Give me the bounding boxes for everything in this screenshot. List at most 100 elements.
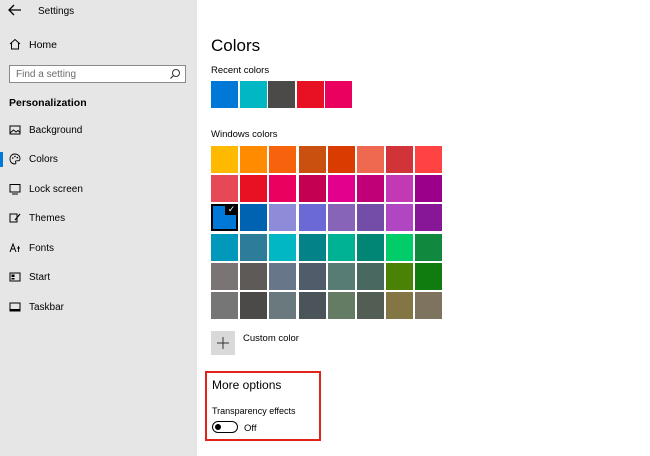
more-options-title: More options	[212, 378, 282, 392]
sidebar-item-start[interactable]: Start	[0, 268, 197, 288]
windows-color-swatch[interactable]	[386, 262, 414, 290]
windows-color-swatch[interactable]	[211, 175, 238, 203]
windows-color-swatch[interactable]	[357, 262, 384, 290]
sidebar-item-label: Lock screen	[29, 184, 83, 195]
recent-color-swatch[interactable]	[325, 81, 352, 108]
windows-color-swatch[interactable]	[298, 262, 326, 290]
sidebar-item-label: Background	[29, 125, 83, 136]
windows-color-swatch[interactable]	[240, 175, 268, 203]
sidebar-item-label: Themes	[29, 213, 66, 224]
sidebar-item-label: Home	[29, 39, 58, 51]
recent-color-swatch[interactable]	[211, 81, 238, 108]
sidebar-item-label: Colors	[29, 154, 58, 165]
sidebar-item-label: Start	[29, 272, 51, 283]
windows-color-swatch[interactable]	[415, 233, 443, 261]
windows-color-swatch[interactable]	[211, 262, 238, 290]
transparency-effects-label: Transparency effects	[212, 406, 296, 416]
sidebar-item-label: Taskbar	[29, 302, 65, 313]
windows-color-swatch[interactable]	[386, 292, 414, 319]
home-icon	[9, 38, 21, 50]
section-title: Personalization	[9, 97, 87, 109]
windows-color-swatch[interactable]	[298, 204, 326, 232]
sidebar-item-colors[interactable]: Colors	[0, 150, 197, 170]
windows-color-swatch[interactable]	[211, 292, 238, 319]
windows-colors-label: Windows colors	[211, 129, 278, 140]
windows-color-swatch[interactable]	[327, 146, 355, 173]
sidebar: Settings Home Personalization Background…	[0, 0, 197, 456]
recent-color-swatch[interactable]	[239, 81, 267, 108]
windows-color-swatch[interactable]	[415, 292, 443, 319]
more-options-section: More options Transparency effects Off	[205, 371, 321, 441]
back-button[interactable]	[8, 4, 24, 18]
windows-color-swatch[interactable]	[240, 146, 268, 173]
windows-color-swatch[interactable]	[240, 292, 268, 319]
windows-color-swatch[interactable]	[415, 204, 443, 232]
toggle-knob	[215, 423, 221, 430]
windows-color-swatch[interactable]	[298, 146, 326, 173]
windows-color-swatch[interactable]	[357, 175, 384, 203]
windows-color-swatch[interactable]	[357, 292, 384, 319]
start-icon	[9, 272, 21, 282]
lock-screen-icon	[9, 184, 21, 195]
windows-color-swatch[interactable]	[357, 233, 384, 261]
font-icon	[9, 242, 20, 253]
taskbar-icon	[9, 302, 21, 312]
custom-color-label[interactable]: Custom color	[243, 333, 299, 344]
windows-color-swatch[interactable]	[269, 262, 297, 290]
search-box[interactable]	[9, 65, 186, 83]
windows-color-swatch[interactable]	[415, 262, 443, 290]
windows-color-swatch[interactable]	[415, 175, 443, 203]
windows-color-swatch[interactable]	[269, 292, 297, 319]
sidebar-item-fonts[interactable]: Fonts	[0, 239, 197, 259]
windows-color-swatch[interactable]	[240, 204, 268, 232]
windows-color-swatch[interactable]	[327, 175, 355, 203]
plus-icon	[217, 337, 229, 349]
brush-icon	[9, 213, 21, 223]
recent-color-swatch[interactable]	[268, 81, 295, 108]
image-icon	[9, 125, 21, 135]
search-icon[interactable]	[169, 68, 181, 80]
windows-color-swatch[interactable]	[415, 146, 443, 173]
sidebar-item-lock-screen[interactable]: Lock screen	[0, 180, 197, 200]
transparency-toggle[interactable]	[212, 421, 238, 433]
windows-color-swatch[interactable]	[298, 292, 326, 319]
windows-color-swatch[interactable]	[269, 204, 297, 232]
sidebar-item-label: Fonts	[29, 243, 55, 254]
checkmark-icon: ✓	[225, 204, 238, 216]
windows-color-swatch[interactable]	[240, 233, 268, 261]
windows-color-swatch[interactable]	[357, 146, 384, 173]
sidebar-item-background[interactable]: Background	[0, 121, 197, 141]
windows-color-swatch[interactable]	[240, 262, 268, 290]
windows-color-swatch[interactable]	[298, 233, 326, 261]
search-input[interactable]	[16, 67, 166, 81]
palette-icon	[9, 153, 21, 165]
windows-color-swatch[interactable]	[386, 204, 414, 232]
windows-color-swatch[interactable]	[327, 262, 355, 290]
windows-color-swatch[interactable]	[386, 175, 414, 203]
windows-color-swatch[interactable]	[357, 204, 384, 232]
windows-color-swatch[interactable]	[269, 233, 297, 261]
windows-color-swatch[interactable]	[386, 233, 414, 261]
windows-color-swatch[interactable]	[269, 175, 297, 203]
recent-color-swatch[interactable]	[296, 81, 324, 108]
windows-color-swatch[interactable]	[211, 146, 238, 173]
windows-color-swatch[interactable]	[269, 146, 297, 173]
windows-color-swatch[interactable]	[211, 233, 238, 261]
sidebar-item-home[interactable]: Home	[0, 35, 197, 55]
windows-color-swatch[interactable]	[327, 233, 355, 261]
windows-color-swatch[interactable]: ✓	[211, 204, 238, 232]
sidebar-item-themes[interactable]: Themes	[0, 209, 197, 229]
sidebar-item-taskbar[interactable]: Taskbar	[0, 298, 197, 318]
toggle-state-label: Off	[244, 423, 257, 434]
main-panel: Colors Recent colors Windows colors Cust…	[197, 0, 650, 456]
windows-color-swatch[interactable]	[327, 292, 355, 319]
back-arrow-icon	[8, 4, 21, 16]
app-title: Settings	[38, 6, 75, 17]
recent-colors-label: Recent colors	[211, 65, 270, 76]
custom-color-button[interactable]	[211, 331, 235, 355]
windows-color-swatch[interactable]	[327, 204, 355, 232]
page-title: Colors	[211, 36, 261, 55]
windows-color-swatch[interactable]	[298, 175, 326, 203]
windows-color-swatch[interactable]	[386, 146, 414, 173]
title-bar: Settings	[0, 0, 197, 24]
